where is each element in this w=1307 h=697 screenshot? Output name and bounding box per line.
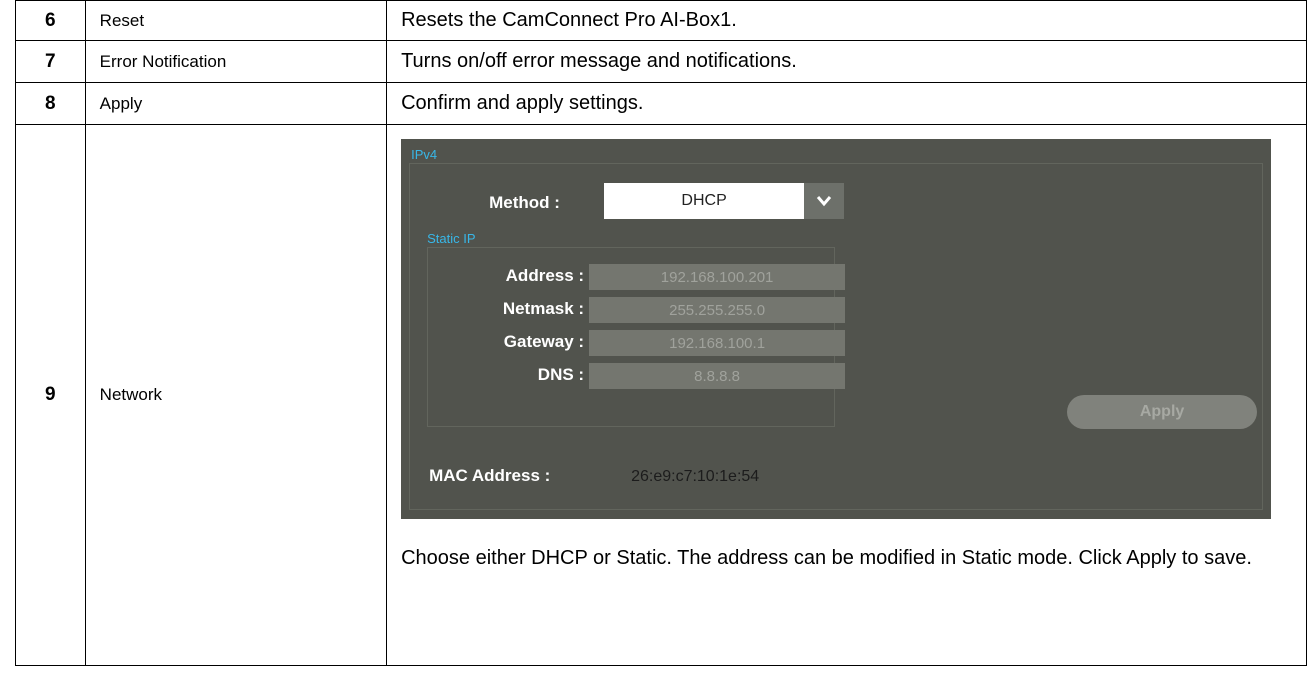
item-name: Reset	[84, 0, 388, 41]
item-name: Error Notification	[84, 40, 388, 83]
table-row: 7 Error Notification Turns on/off error …	[15, 40, 1307, 83]
netmask-label: Netmask :	[502, 299, 585, 318]
item-name: Apply	[84, 82, 388, 125]
dns-label: DNS :	[537, 365, 585, 384]
ipv4-section-title: IPv4	[411, 147, 438, 162]
network-caption: Choose either DHCP or Static. The addres…	[401, 547, 1252, 569]
apply-button[interactable]: Apply	[1067, 395, 1258, 429]
table-row: 8 Apply Confirm and apply settings.	[15, 82, 1307, 125]
item-number: 7	[15, 40, 86, 83]
method-label: Method :	[489, 193, 560, 212]
table-row: 9 Network IPv4 Method : DHCP Static IP A…	[15, 124, 1307, 666]
address-label: Address :	[505, 266, 585, 285]
method-select-value[interactable]: DHCP	[604, 183, 805, 219]
item-number: 9	[15, 124, 86, 666]
chevron-down-icon[interactable]	[804, 183, 845, 219]
mac-address-value: 26:e9:c7:10:1e:54	[631, 468, 760, 485]
item-description: Turns on/off error message and notificat…	[386, 40, 1307, 83]
item-number: 8	[15, 82, 86, 125]
item-description: IPv4 Method : DHCP Static IP Address : 1…	[386, 124, 1307, 666]
static-ip-group: Address : 192.168.100.201 Netmask : 255.…	[427, 247, 846, 427]
static-ip-title: Static IP	[427, 231, 476, 246]
gateway-field[interactable]: 192.168.100.1	[589, 330, 846, 356]
netmask-field[interactable]: 255.255.255.0	[589, 297, 846, 323]
address-field[interactable]: 192.168.100.201	[589, 264, 846, 290]
item-name: Network	[84, 124, 388, 666]
method-select[interactable]: DHCP	[604, 183, 845, 219]
dns-field[interactable]: 8.8.8.8	[589, 363, 846, 389]
settings-table: 6 Reset Resets the CamConnect Pro AI-Box…	[15, 0, 1307, 666]
gateway-label: Gateway :	[503, 332, 585, 351]
item-description: Confirm and apply settings.	[386, 82, 1307, 125]
item-number: 6	[15, 0, 86, 41]
item-description: Resets the CamConnect Pro AI-Box1.	[386, 0, 1307, 41]
network-settings-panel: IPv4 Method : DHCP Static IP Address : 1…	[401, 139, 1272, 519]
mac-address-label: MAC Address :	[429, 466, 551, 485]
table-row: 6 Reset Resets the CamConnect Pro AI-Box…	[15, 0, 1307, 41]
